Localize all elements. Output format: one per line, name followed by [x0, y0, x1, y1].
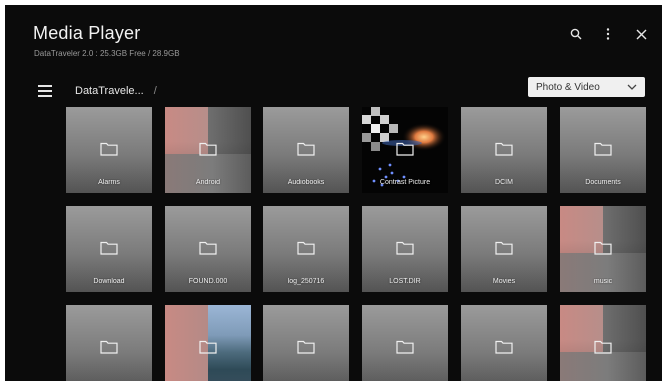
- folder-label: Download: [93, 278, 125, 285]
- folder-label: music: [593, 278, 613, 285]
- storage-info: DataTraveler 2.0 : 25.3GB Free / 28.9GB: [34, 49, 180, 58]
- folder-tile[interactable]: LOST.DIR: [362, 206, 448, 292]
- folder-icon: [396, 241, 414, 255]
- folder-icon: [495, 340, 513, 354]
- hamburger-menu-icon[interactable]: [38, 85, 52, 97]
- folder-tile[interactable]: Download: [66, 206, 152, 292]
- folder-icon: [594, 340, 612, 354]
- folder-label: Alarms: [98, 179, 120, 186]
- folder-label: LOST.DIR: [389, 278, 421, 285]
- folder-tile[interactable]: DCIM: [461, 107, 547, 193]
- folder-tile[interactable]: Audiobooks: [263, 107, 349, 193]
- folder-icon: [199, 340, 217, 354]
- folder-icon: [199, 142, 217, 156]
- folder-tile[interactable]: [263, 305, 349, 381]
- folder-tile[interactable]: Contrast Picture: [362, 107, 448, 193]
- folder-icon: [594, 142, 612, 156]
- app-title: Media Player: [33, 23, 141, 43]
- folder-tile[interactable]: Movies: [461, 206, 547, 292]
- folder-tile[interactable]: [362, 305, 448, 381]
- folder-icon: [495, 241, 513, 255]
- media-player-screen: Media Player DataTraveler 2.0 : 25.3GB F…: [5, 5, 662, 381]
- folder-tile[interactable]: [165, 305, 251, 381]
- folder-icon: [297, 241, 315, 255]
- folder-tile[interactable]: [66, 305, 152, 381]
- media-filter-value: Photo & Video: [536, 81, 600, 93]
- folder-label: FOUND.000: [188, 278, 228, 285]
- folder-tile[interactable]: [461, 305, 547, 381]
- search-icon[interactable]: [567, 25, 585, 43]
- more-vertical-icon[interactable]: [599, 25, 617, 43]
- folder-icon: [199, 241, 217, 255]
- folder-tile[interactable]: log_250716: [263, 206, 349, 292]
- folder-label: DCIM: [495, 179, 513, 186]
- folder-icon: [297, 142, 315, 156]
- folder-tile[interactable]: Documents: [560, 107, 646, 193]
- folder-icon: [495, 142, 513, 156]
- folder-label: Contrast Picture: [379, 179, 431, 186]
- folder-icon: [396, 340, 414, 354]
- folder-tile[interactable]: music: [560, 206, 646, 292]
- media-filter-dropdown[interactable]: Photo & Video: [528, 77, 645, 97]
- folder-icon: [396, 142, 414, 156]
- folder-label: Audiobooks: [287, 179, 325, 186]
- folder-tile[interactable]: Android: [165, 107, 251, 193]
- folder-tile[interactable]: Alarms: [66, 107, 152, 193]
- folder-icon: [297, 340, 315, 354]
- folder-icon: [594, 241, 612, 255]
- folder-icon: [100, 340, 118, 354]
- more-vertical-icon-graphic: [606, 28, 610, 40]
- folder-label: log_250716: [287, 278, 325, 285]
- chevron-down-icon: [627, 84, 637, 90]
- folder-icon: [100, 142, 118, 156]
- folder-tile[interactable]: [560, 305, 646, 381]
- folder-icon: [100, 241, 118, 255]
- folder-label: Movies: [492, 278, 516, 285]
- breadcrumb: DataTravele... /: [75, 85, 157, 97]
- folder-tile[interactable]: FOUND.000: [165, 206, 251, 292]
- search-icon-graphic: [570, 28, 582, 40]
- folder-label: Documents: [585, 179, 621, 186]
- breadcrumb-current[interactable]: DataTravele...: [75, 85, 144, 97]
- folder-label: Android: [195, 179, 221, 186]
- close-icon[interactable]: [632, 25, 650, 43]
- close-icon-graphic: [636, 29, 646, 39]
- breadcrumb-separator: /: [153, 85, 157, 97]
